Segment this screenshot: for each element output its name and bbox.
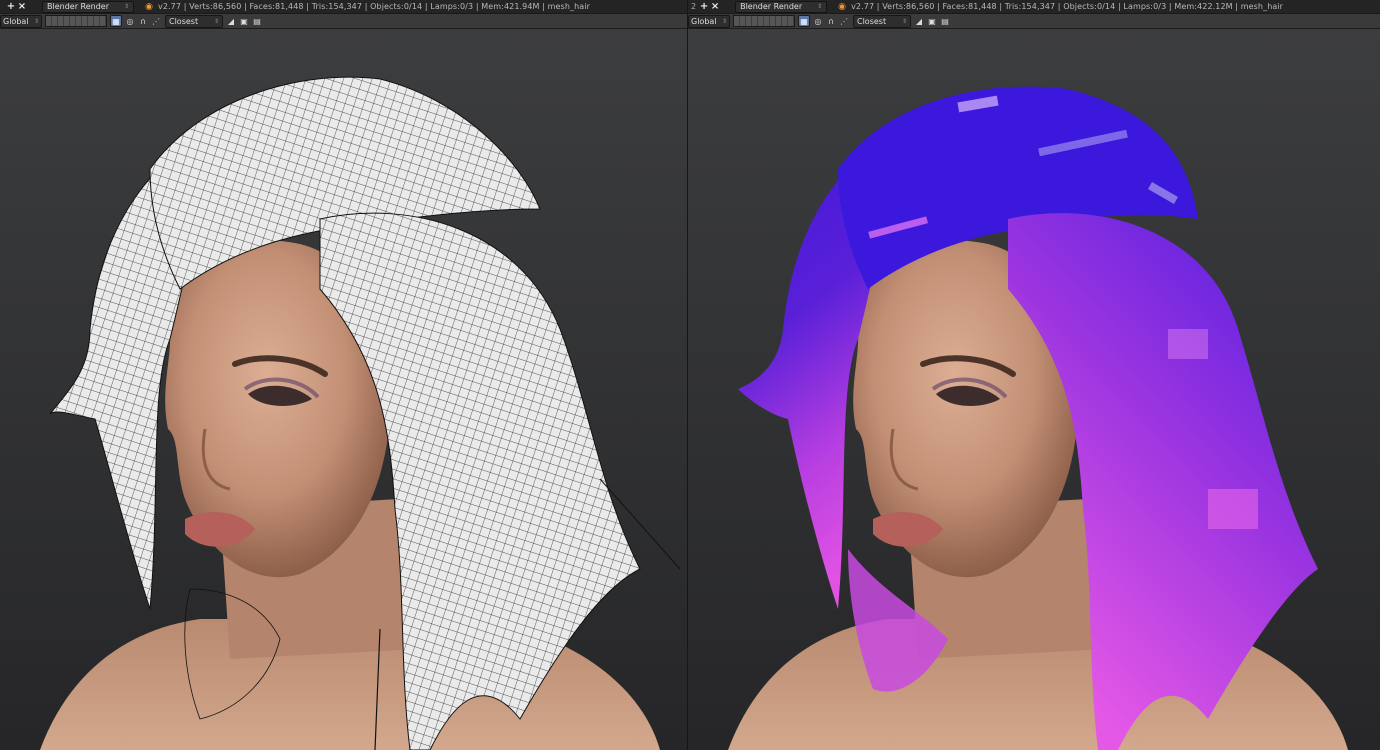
scene-stats: v2.77 | Verts:86,560 | Faces:81,448 | Tr… — [158, 2, 590, 11]
3d-viewport[interactable] — [688, 29, 1380, 750]
viewport-pane-right: 2 + × Blender Render ⇕ ◉ v2.77 | Verts:8… — [688, 0, 1380, 750]
snap-target-select[interactable]: Closest ⇕ — [165, 14, 223, 28]
opengl-render-icon[interactable]: ◢ — [914, 16, 924, 26]
viewport-header: Global ⇕ ▦ ◎ ∩ ⋰ Closest ⇕ ◢ ▣ ▤ — [0, 14, 688, 29]
layer-grid[interactable] — [45, 15, 107, 27]
close-screen-icon[interactable]: × — [710, 1, 720, 12]
orientation-label: Global — [691, 16, 717, 26]
render-icon[interactable]: ▣ — [927, 16, 937, 26]
snap-target-select[interactable]: Closest ⇕ — [853, 14, 911, 28]
snap-magnet-icon[interactable]: ∩ — [826, 16, 836, 26]
add-screen-icon[interactable]: + — [6, 1, 16, 12]
chevron-updown-icon: ⇕ — [721, 17, 727, 25]
render-engine-select[interactable]: Blender Render ⇕ — [42, 0, 134, 13]
layer-lock-icon[interactable]: ▦ — [798, 15, 810, 27]
snap-magnet-icon[interactable]: ∩ — [138, 16, 148, 26]
render-icon[interactable]: ▣ — [239, 16, 249, 26]
layer-grid[interactable] — [733, 15, 795, 27]
chevron-updown-icon: ⇕ — [817, 2, 823, 10]
blender-logo-icon: ◉ — [838, 1, 847, 12]
chevron-updown-icon: ⇕ — [213, 17, 219, 25]
chevron-updown-icon: ⇕ — [123, 2, 129, 10]
transform-orientation-select[interactable]: Global ⇕ — [688, 14, 730, 28]
close-screen-icon[interactable]: × — [17, 1, 27, 12]
add-screen-icon[interactable]: + — [699, 1, 709, 12]
snap-target-label: Closest — [169, 16, 199, 26]
blender-logo-icon: ◉ — [145, 1, 153, 12]
snap-element-icon[interactable]: ⋰ — [151, 16, 161, 26]
model-render — [40, 76, 681, 750]
hair-highlight — [1208, 489, 1258, 529]
render-animation-icon[interactable]: ▤ — [940, 16, 950, 26]
proportional-edit-icon[interactable]: ◎ — [125, 16, 135, 26]
transform-orientation-select[interactable]: Global ⇕ — [0, 14, 42, 28]
render-engine-select[interactable]: Blender Render ⇕ — [735, 0, 828, 13]
snap-target-label: Closest — [857, 16, 887, 26]
chevron-updown-icon: ⇕ — [901, 17, 907, 25]
opengl-render-icon[interactable]: ◢ — [226, 16, 236, 26]
scene-stats: v2.77 | Verts:86,560 | Faces:81,448 | Tr… — [851, 2, 1284, 11]
orientation-label: Global — [3, 16, 29, 26]
render-engine-label: Blender Render — [740, 1, 803, 11]
render-engine-label: Blender Render — [47, 1, 110, 11]
snap-element-icon[interactable]: ⋰ — [839, 16, 849, 26]
render-animation-icon[interactable]: ▤ — [252, 16, 262, 26]
viewport-pane-left: + × Blender Render ⇕ ◉ v2.77 | Verts:86,… — [0, 0, 688, 750]
proportional-edit-icon[interactable]: ◎ — [813, 16, 823, 26]
chevron-updown-icon: ⇕ — [33, 17, 39, 25]
3d-viewport[interactable] — [0, 29, 688, 750]
viewport-header: Global ⇕ ▦ ◎ ∩ ⋰ Closest ⇕ ◢ ▣ ▤ — [688, 14, 1380, 29]
layer-lock-icon[interactable]: ▦ — [110, 15, 122, 27]
model-render — [728, 86, 1348, 750]
info-header: + × Blender Render ⇕ ◉ v2.77 | Verts:86,… — [0, 0, 688, 14]
hair-highlight — [1168, 329, 1208, 359]
info-header: 2 + × Blender Render ⇕ ◉ v2.77 | Verts:8… — [688, 0, 1380, 14]
workspace-number: 2 — [691, 2, 697, 11]
